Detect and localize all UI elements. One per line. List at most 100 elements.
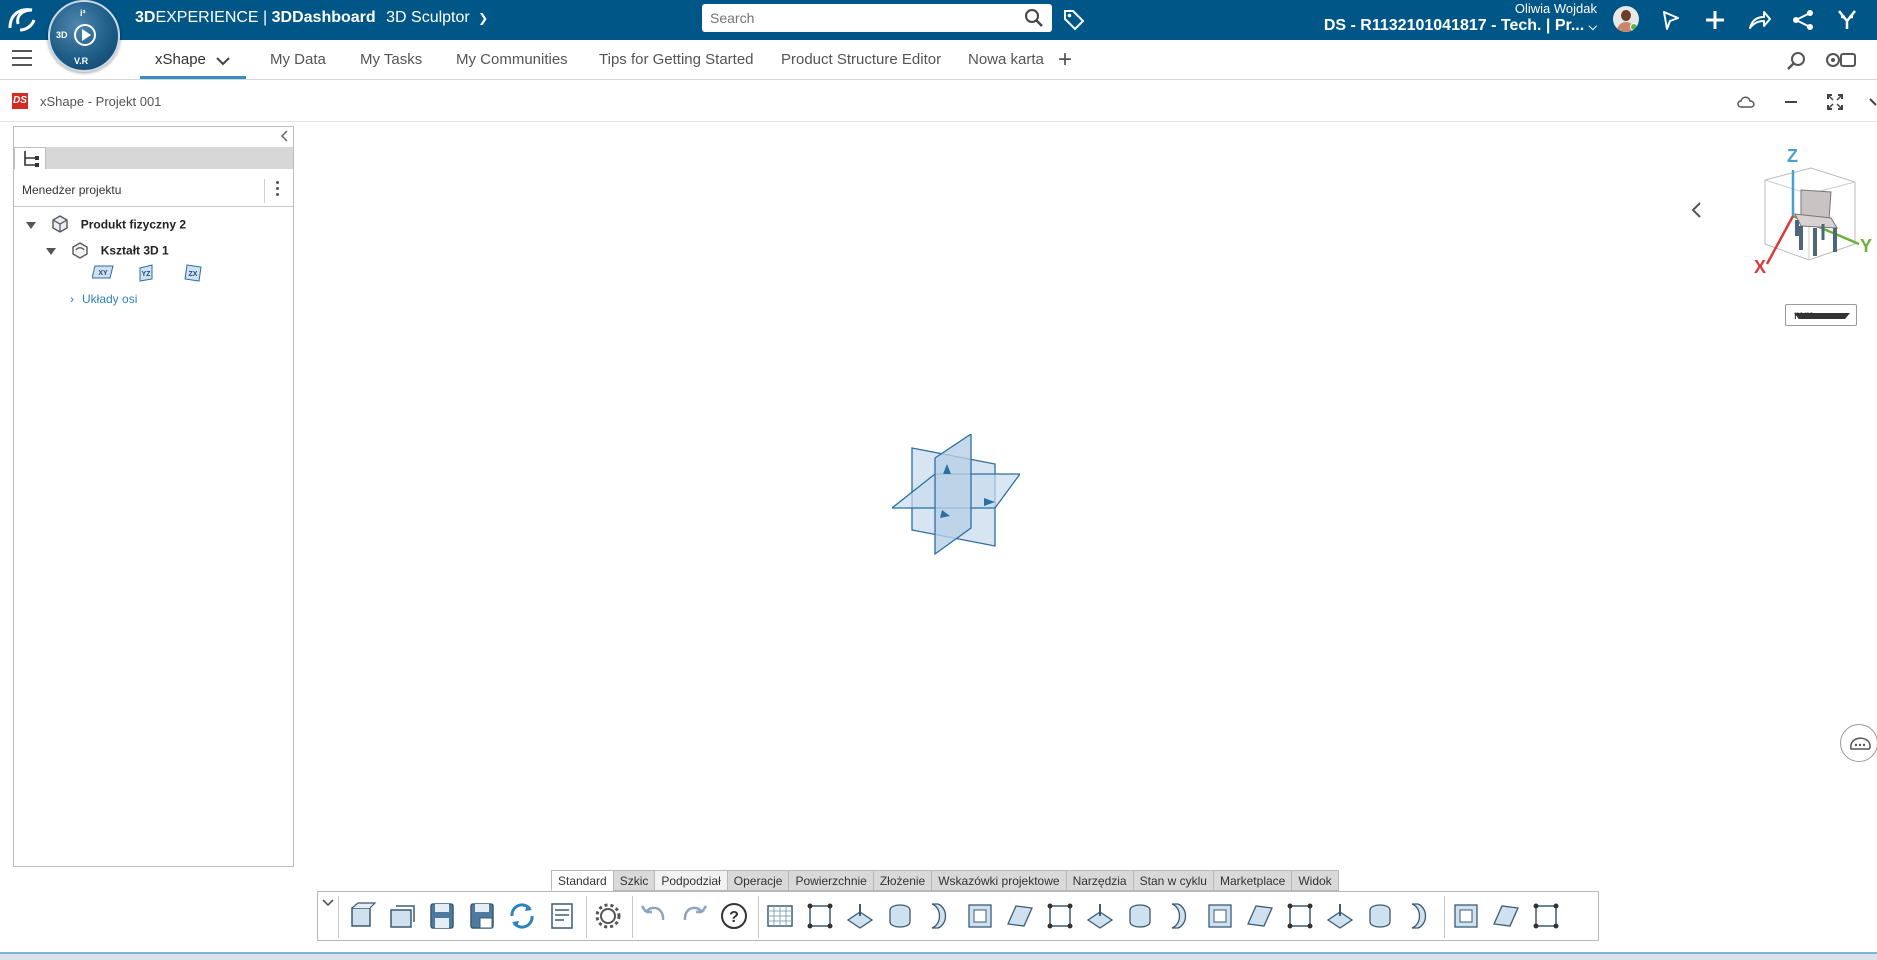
chevron-down-icon[interactable]: [1869, 94, 1877, 115]
tab-my-communities[interactable]: My Communities: [456, 51, 568, 68]
share-network-icon[interactable]: [1791, 8, 1815, 32]
reference-planes[interactable]: [892, 434, 1020, 562]
user-context[interactable]: Oliwia Wojdak DS - R1132101041817 - Tech…: [1324, 0, 1597, 36]
chevron-down-icon[interactable]: [216, 53, 230, 70]
tree-node-axes[interactable]: › Układy osi: [70, 292, 137, 306]
plane-xy-icon[interactable]: XY: [91, 264, 114, 285]
more-options-icon[interactable]: [276, 181, 280, 199]
avatar[interactable]: [1613, 6, 1639, 32]
tab-my-tasks[interactable]: My Tasks: [360, 51, 422, 68]
new-icon[interactable]: [346, 900, 378, 932]
sheet-icon[interactable]: [1084, 900, 1116, 932]
save-icon[interactable]: [426, 900, 458, 932]
section-tab-powierzchnie[interactable]: Powierzchnie: [788, 870, 873, 891]
assistant-chat-icon[interactable]: [1840, 724, 1877, 762]
section-tab-zlozenie[interactable]: Złożenie: [872, 870, 932, 891]
tree-node-root[interactable]: Produkt fizyczny 2: [26, 215, 186, 236]
section-tab-standard[interactable]: Standard: [551, 870, 613, 891]
share-arrow-icon[interactable]: [1747, 8, 1771, 32]
redo-icon[interactable]: [678, 900, 710, 932]
blade-icon[interactable]: [1364, 900, 1396, 932]
search-content-icon[interactable]: [1785, 50, 1807, 77]
tag-icon[interactable]: [1062, 8, 1086, 37]
app-name[interactable]: 3D Sculptor: [386, 9, 470, 26]
pipe-icon[interactable]: [1284, 900, 1316, 932]
tree-node-shape[interactable]: Kształt 3D 1: [46, 241, 169, 262]
box-frame-icon[interactable]: [1450, 900, 1482, 932]
help-icon[interactable]: ?: [718, 900, 750, 932]
network-icon[interactable]: [1530, 900, 1562, 932]
physical-product-icon: [51, 215, 69, 236]
save-as-icon[interactable]: [466, 900, 498, 932]
tab-xshape[interactable]: xShape: [155, 51, 206, 68]
cube-shade-icon[interactable]: [1204, 900, 1236, 932]
menu-icon[interactable]: [12, 50, 32, 68]
tab-nowa-karta[interactable]: Nowa karta: [968, 51, 1044, 68]
sphere-icon[interactable]: [1324, 900, 1356, 932]
grid-icon[interactable]: [764, 900, 796, 932]
panel-tabs: [14, 147, 293, 169]
play-icon[interactable]: [74, 24, 96, 46]
expand-caret-icon[interactable]: [46, 247, 56, 255]
section-tab-marketplace[interactable]: Marketplace: [1212, 870, 1292, 891]
tab-tips[interactable]: Tips for Getting Started: [599, 51, 754, 68]
section-tab-stan-w-cyklu[interactable]: Stan w cyklu: [1132, 870, 1213, 891]
section-tab-szkic[interactable]: Szkic: [612, 870, 655, 891]
chat-bubble-icon[interactable]: [1659, 8, 1683, 32]
chevron-down-icon[interactable]: ❯: [478, 11, 488, 25]
undo-icon[interactable]: [638, 900, 670, 932]
plus-icon[interactable]: [1703, 8, 1727, 32]
import-export-icon[interactable]: [546, 900, 578, 932]
box-icon[interactable]: [804, 900, 836, 932]
section-tab-podpodzial[interactable]: Podpodział: [654, 870, 727, 891]
search-input[interactable]: [710, 9, 1010, 27]
mirror-icon[interactable]: [1490, 900, 1522, 932]
plane-xy-label: XY: [98, 270, 108, 277]
view-cube[interactable]: Z Y X: [1745, 140, 1875, 285]
open-icon[interactable]: [386, 900, 418, 932]
expand-caret-icon[interactable]: [26, 221, 36, 229]
chevron-left-icon[interactable]: [1690, 200, 1702, 226]
delete-box-icon[interactable]: [1244, 900, 1276, 932]
search-icon[interactable]: [1024, 8, 1044, 33]
surface-icon[interactable]: [1164, 900, 1196, 932]
extrude-icon[interactable]: [884, 900, 916, 932]
compass-apps-icon[interactable]: [1835, 8, 1859, 32]
tab-my-data[interactable]: My Data: [270, 51, 326, 68]
vertex-icon[interactable]: [1124, 900, 1156, 932]
divider: [264, 179, 265, 203]
section-tab-widok[interactable]: Widok: [1291, 870, 1339, 891]
compass-icon[interactable]: i³ 3D V.R: [48, 0, 120, 72]
search-box[interactable]: [702, 4, 1052, 32]
refresh-icon[interactable]: [506, 900, 538, 932]
add-tab-icon[interactable]: +: [1058, 46, 1072, 74]
cloud-icon[interactable]: [1736, 94, 1756, 115]
3d-viewer[interactable]: [294, 122, 1877, 952]
brand-title: 3DEXPERIENCE | 3DDashboard 3D Sculptor ❯: [135, 9, 488, 27]
mesh-icon[interactable]: [844, 900, 876, 932]
collapse-panel-icon[interactable]: [279, 129, 289, 146]
minimize-icon[interactable]: [1783, 94, 1799, 115]
face-icon[interactable]: [1044, 900, 1076, 932]
tree-view-tab[interactable]: [14, 147, 46, 169]
plane-icon[interactable]: [924, 900, 956, 932]
cylinder-icon[interactable]: [964, 900, 996, 932]
chevron-down-icon[interactable]: ⌵: [1589, 21, 1597, 33]
section-tab-wskazowki[interactable]: Wskazówki projektowe: [931, 870, 1066, 891]
curve-icon[interactable]: [1004, 900, 1036, 932]
ds-logo-icon[interactable]: [6, 4, 42, 36]
plane-zx-icon[interactable]: ZX: [183, 264, 203, 287]
tab-product-structure-editor[interactable]: Product Structure Editor: [781, 51, 941, 68]
plane-yz-icon[interactable]: YZ: [138, 264, 156, 287]
tree-icon: [24, 151, 39, 167]
maximize-icon[interactable]: [1826, 93, 1844, 116]
collab-space-label[interactable]: DS - R1132101041817 - Tech. | Pr... ⌵: [1324, 17, 1597, 36]
settings-icon[interactable]: [592, 900, 624, 932]
view-mode-icon[interactable]: [1825, 50, 1857, 75]
section-tab-narzedzia[interactable]: Narzędzia: [1065, 870, 1133, 891]
chevron-down-icon[interactable]: [322, 898, 334, 911]
sweep-icon[interactable]: [1404, 900, 1436, 932]
chevron-right-icon[interactable]: ›: [70, 292, 74, 306]
units-select[interactable]: mm: [1785, 304, 1857, 326]
section-tab-operacje[interactable]: Operacje: [726, 870, 789, 891]
